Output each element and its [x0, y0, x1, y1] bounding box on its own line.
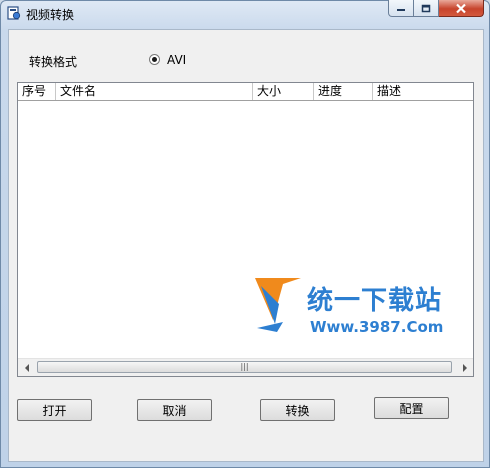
minimize-icon	[397, 9, 405, 11]
window-title: 视频转换	[26, 8, 75, 22]
minimize-button[interactable]	[388, 0, 414, 17]
column-header-index[interactable]: 序号	[18, 83, 56, 100]
window-controls	[388, 0, 484, 18]
horizontal-scrollbar[interactable]: |||	[18, 358, 473, 376]
avi-radio-button[interactable]	[149, 54, 160, 65]
watermark-text: 统一下载站	[307, 286, 443, 316]
config-button[interactable]: 配置	[374, 397, 449, 419]
title-bar[interactable]: 视频转换	[0, 0, 490, 28]
format-label: 转换格式	[29, 55, 78, 69]
list-header: 序号 文件名 大小 进度 描述	[18, 83, 473, 101]
watermark-logo: 统一下载站 Www.3987.Com	[253, 274, 443, 346]
scroll-left-icon	[24, 363, 29, 372]
column-header-progress[interactable]: 进度	[314, 83, 373, 100]
close-icon	[456, 3, 466, 13]
scrollbar-thumb[interactable]: |||	[37, 361, 452, 373]
column-header-size[interactable]: 大小	[253, 83, 314, 100]
maximize-icon	[421, 4, 431, 12]
column-header-description[interactable]: 描述	[373, 83, 473, 100]
scroll-right-icon	[462, 363, 467, 372]
dialog-client-area: 转换格式 AVI 序号 文件名 大小 进度 描述 ||| 统一下载站 Www.3…	[8, 29, 484, 462]
radio-selected-dot	[152, 57, 157, 62]
scroll-left-button[interactable]	[18, 359, 35, 376]
open-button[interactable]: 打开	[17, 399, 92, 421]
convert-button[interactable]: 转换	[260, 399, 335, 421]
watermark-v-logo-icon	[255, 278, 301, 332]
maximize-button[interactable]	[414, 0, 439, 17]
scroll-right-button[interactable]	[456, 359, 473, 376]
video-convert-app-icon	[7, 6, 21, 20]
close-button[interactable]	[439, 0, 484, 17]
watermark-url: Www.3987.Com	[310, 318, 444, 336]
scrollbar-grip-icon: |||	[240, 362, 249, 371]
avi-radio-label[interactable]: AVI	[167, 53, 186, 67]
cancel-button[interactable]: 取消	[137, 399, 212, 421]
column-header-filename[interactable]: 文件名	[56, 83, 253, 100]
